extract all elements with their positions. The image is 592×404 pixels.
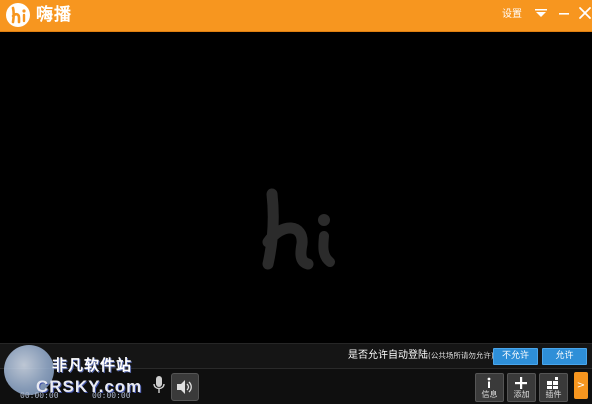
left-counter: 00:00:00: [20, 391, 59, 400]
info-icon: [487, 377, 491, 388]
app-title: 嗨播: [36, 5, 72, 25]
close-icon[interactable]: [574, 2, 592, 24]
add-label: 添加: [513, 390, 530, 399]
hi-watermark-icon: [252, 182, 344, 282]
volume-button[interactable]: [171, 373, 199, 401]
info-button[interactable]: 信息: [475, 373, 504, 402]
menu-dropdown-icon[interactable]: [530, 2, 552, 24]
right-counter: 00:00:00: [92, 391, 131, 400]
expand-panel-button[interactable]: >: [574, 372, 588, 399]
auto-login-question-text: 是否允许自动登陆: [348, 350, 428, 361]
minimize-icon[interactable]: [553, 2, 575, 24]
auto-login-note: (公共场所请勿允许): [428, 351, 494, 360]
add-button[interactable]: 添加: [507, 373, 536, 402]
video-area[interactable]: [0, 32, 592, 343]
title-bar: 嗨播 设置: [0, 0, 592, 32]
auto-login-question: 是否允许自动登陆(公共场所请勿允许): [348, 349, 494, 363]
plugin-label: 插件: [545, 390, 562, 399]
microphone-icon[interactable]: [152, 375, 166, 395]
site-watermark: 非凡软件站 CRSKY.com 00:00:00 00:00:00: [0, 343, 165, 403]
plugin-button[interactable]: 插件: [539, 373, 568, 402]
deny-button[interactable]: 不允许: [493, 348, 538, 365]
plugin-icon: [547, 377, 558, 389]
info-label: 信息: [481, 390, 498, 399]
settings-link[interactable]: 设置: [502, 8, 522, 22]
app-logo: [6, 3, 30, 27]
speaker-icon: [177, 380, 192, 394]
site-watermark-name: 非凡软件站: [52, 356, 133, 374]
plus-icon: [515, 377, 527, 389]
allow-button[interactable]: 允许: [542, 348, 587, 365]
